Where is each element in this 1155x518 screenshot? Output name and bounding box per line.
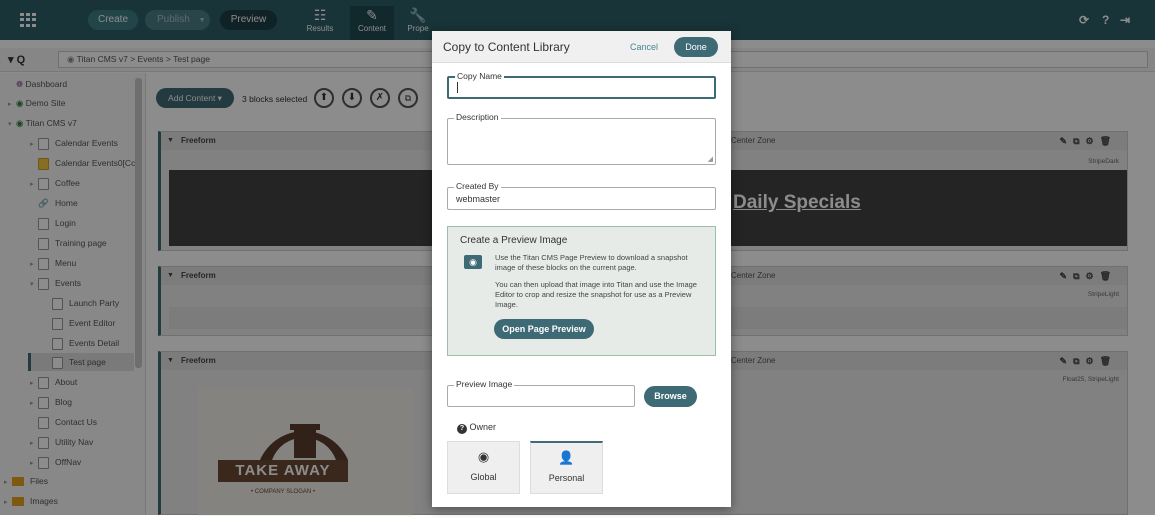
owner-global-label: Global — [470, 472, 497, 482]
owner-personal-label: Personal — [548, 473, 585, 483]
text-cursor — [457, 82, 458, 93]
camera-icon: ◉ — [464, 255, 482, 269]
owner-global-option[interactable]: ◉ Global — [447, 441, 520, 494]
copy-to-library-dialog: Copy to Content Library Cancel Done Copy… — [432, 31, 731, 507]
description-field[interactable]: Description ◢ — [447, 112, 716, 165]
copy-name-field[interactable]: Copy Name — [447, 71, 716, 99]
copy-name-label: Copy Name — [455, 71, 504, 81]
resize-handle-icon[interactable]: ◢ — [708, 155, 713, 163]
preview-instructions-2: You can then upload that image into Tita… — [495, 280, 697, 309]
preview-instructions-1: Use the Titan CMS Page Preview to downlo… — [495, 253, 688, 272]
owner-personal-option[interactable]: 👤 Personal — [530, 441, 603, 494]
preview-panel-title: Create a Preview Image — [460, 235, 568, 246]
created-by-input[interactable]: webmaster — [456, 194, 500, 204]
owner-label: Owner — [469, 422, 497, 432]
preview-image-panel: Create a Preview Image ◉ Use the Titan C… — [447, 226, 716, 356]
open-page-preview-button[interactable]: Open Page Preview — [494, 319, 594, 339]
cancel-button[interactable]: Cancel — [630, 42, 658, 52]
help-icon[interactable]: ? — [457, 424, 467, 434]
created-by-field[interactable]: Created By webmaster — [447, 181, 716, 210]
owner-heading: ? Owner — [457, 422, 496, 434]
created-by-label: Created By — [454, 181, 501, 191]
description-label: Description — [454, 112, 501, 122]
user-icon: 👤 — [558, 450, 575, 465]
browse-button[interactable]: Browse — [644, 386, 697, 407]
done-button[interactable]: Done — [674, 37, 718, 57]
dialog-header: Copy to Content Library Cancel Done — [432, 31, 731, 63]
globe-icon: ◉ — [477, 449, 490, 464]
dialog-title: Copy to Content Library — [443, 40, 570, 54]
preview-image-field[interactable]: Preview Image — [447, 379, 635, 407]
preview-image-label: Preview Image — [454, 379, 515, 389]
